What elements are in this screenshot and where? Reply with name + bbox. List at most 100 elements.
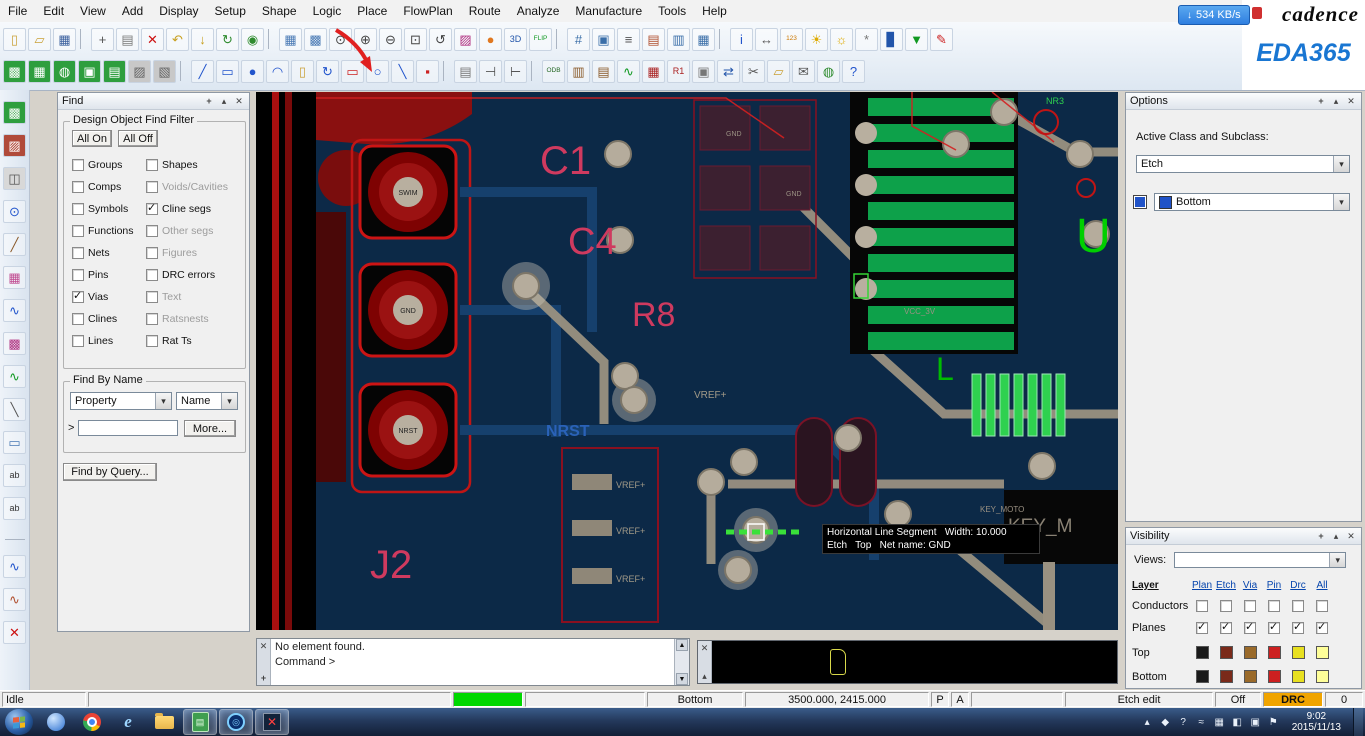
route-delete-icon[interactable]: ✕ [3, 621, 26, 644]
close-icon[interactable] [258, 640, 270, 652]
help-icon[interactable]: ? [842, 60, 865, 83]
layer-color-swatch[interactable] [1196, 646, 1209, 659]
chip-red-icon[interactable]: ▦ [642, 60, 665, 83]
shape-unused-icon[interactable]: ▨ [128, 60, 151, 83]
visibility-checkbox[interactable] [1196, 622, 1208, 634]
find-filter-checkbox[interactable]: Cline segs [146, 198, 228, 220]
layer-color-swatch[interactable] [1292, 646, 1305, 659]
design-table-icon[interactable]: ▦ [692, 28, 715, 51]
add-rect-icon[interactable]: ▭ [216, 60, 239, 83]
window-grid-icon[interactable]: ▩ [304, 28, 327, 51]
pads-icon[interactable]: ▦ [3, 266, 26, 289]
route-icon[interactable]: ∿ [3, 299, 26, 322]
visibility-checkbox[interactable] [1244, 622, 1256, 634]
find-name-input[interactable] [78, 420, 178, 436]
connector-pad[interactable]: GND [360, 264, 456, 356]
chevron-down-icon[interactable] [1333, 194, 1349, 210]
connector-pad[interactable]: NRST [360, 384, 456, 476]
menu-item[interactable]: Add [114, 0, 151, 22]
show-desktop-button[interactable] [1353, 708, 1363, 736]
route-auto-icon[interactable]: ∿ [3, 555, 26, 578]
close-icon[interactable] [1345, 95, 1357, 107]
open-folder-icon[interactable]: ▱ [28, 28, 51, 51]
shape-void-icon[interactable]: ▣ [78, 60, 101, 83]
console-output[interactable]: No element found. Command > [271, 639, 674, 685]
col-header-via[interactable]: Via [1238, 580, 1262, 591]
zoom-in-icon[interactable]: ⊕ [354, 28, 377, 51]
network-icon[interactable]: ▣ [1249, 717, 1262, 728]
all-on-button[interactable]: All On [72, 130, 112, 147]
info-icon[interactable]: i [730, 28, 753, 51]
collapse-icon[interactable] [1330, 530, 1342, 542]
swap-icon[interactable]: ⇄ [717, 60, 740, 83]
add-spiral-icon[interactable]: ↻ [316, 60, 339, 83]
dim-icon[interactable]: ☼ [830, 28, 853, 51]
grid-toggle-icon[interactable]: # [567, 28, 590, 51]
scissors-icon[interactable]: ✂ [742, 60, 765, 83]
collapse-icon[interactable] [699, 670, 711, 682]
folder-icon[interactable] [147, 709, 181, 735]
view-3d-icon[interactable]: 3D [504, 28, 527, 51]
world-view-icon[interactable]: ◉ [241, 28, 264, 51]
waveform-icon[interactable]: ∿ [617, 60, 640, 83]
menu-item[interactable]: Analyze [509, 0, 568, 22]
find-filter-checkbox[interactable]: Other segs [146, 220, 228, 242]
add-arc-icon[interactable]: ◠ [266, 60, 289, 83]
visibility-checkbox[interactable] [1196, 600, 1208, 612]
shape-gray-icon[interactable]: ▧ [153, 60, 176, 83]
drc-status[interactable]: DRC [1263, 692, 1323, 707]
grid-color-icon[interactable]: ▩ [3, 332, 26, 355]
color-dialog-icon[interactable]: ▨ [454, 28, 477, 51]
dimension-icon[interactable]: ⊢ [504, 60, 527, 83]
menu-item[interactable]: View [72, 0, 114, 22]
menu-item[interactable]: FlowPlan [395, 0, 460, 22]
layer-color-swatch[interactable] [1316, 646, 1329, 659]
notebook-icon[interactable]: ▤ [592, 60, 615, 83]
layer-color-swatch[interactable] [1196, 670, 1209, 683]
add-text-icon[interactable]: ▯ [291, 60, 314, 83]
pin-tool-icon[interactable]: ⊙ [3, 200, 26, 223]
connector-pad[interactable]: SWIM [360, 146, 456, 238]
chevron-down-icon[interactable] [1333, 156, 1349, 172]
flip-design-icon[interactable]: FLIP [529, 28, 552, 51]
find-filter-checkbox[interactable]: Text [146, 286, 228, 308]
menu-item[interactable]: Place [349, 0, 395, 22]
collapse-icon[interactable] [218, 95, 230, 107]
move-icon[interactable]: + [91, 28, 114, 51]
measure-icon[interactable]: ↔ [755, 28, 778, 51]
find-by-query-button[interactable]: Find by Query... [63, 463, 157, 481]
close-icon[interactable] [233, 95, 245, 107]
update-tray-icon[interactable]: ◆ [1159, 717, 1172, 728]
visibility-checkbox[interactable] [1292, 622, 1304, 634]
close-icon[interactable] [1345, 530, 1357, 542]
menu-item[interactable]: Logic [305, 0, 350, 22]
more-button[interactable]: More... [184, 420, 236, 437]
find-expand-arrow[interactable]: > [68, 422, 74, 434]
wifi-icon[interactable]: ≈ [1195, 717, 1208, 728]
find-filter-checkbox[interactable]: DRC errors [146, 264, 228, 286]
views-dropdown[interactable] [1174, 552, 1346, 568]
subclass-dropdown[interactable]: Bottom [1154, 193, 1350, 211]
visibility-checkbox[interactable] [1316, 622, 1328, 634]
find-filter-checkbox[interactable]: Clines [72, 308, 134, 330]
pin-icon[interactable] [1315, 95, 1327, 107]
find-filter-checkbox[interactable]: Vias [72, 286, 134, 308]
visibility-checkbox[interactable] [1316, 600, 1328, 612]
all-off-button[interactable]: All Off [118, 130, 158, 147]
settings-icon[interactable]: * [855, 28, 878, 51]
preview-viewport[interactable] [712, 641, 1117, 683]
odb-export-icon[interactable]: ODB [542, 60, 565, 83]
flag-icon[interactable]: ⚑ [1267, 717, 1280, 728]
ruler-icon[interactable]: ╱ [3, 233, 26, 256]
chevron-down-icon[interactable] [155, 393, 171, 409]
find-filter-checkbox[interactable]: Pins [72, 264, 134, 286]
zoom-fit-icon[interactable]: ⊙ [329, 28, 352, 51]
col-header-pin[interactable]: Pin [1262, 580, 1286, 591]
draw-rect-icon[interactable]: ▭ [341, 60, 364, 83]
find-filter-checkbox[interactable]: Voids/Cavities [146, 176, 228, 198]
pin-spacing-icon[interactable]: ⊣ [479, 60, 502, 83]
menu-item[interactable]: Help [694, 0, 735, 22]
library-icon[interactable]: ▥ [567, 60, 590, 83]
rect-tool-icon[interactable]: ▭ [3, 431, 26, 454]
find-filter-checkbox[interactable]: Groups [72, 154, 134, 176]
